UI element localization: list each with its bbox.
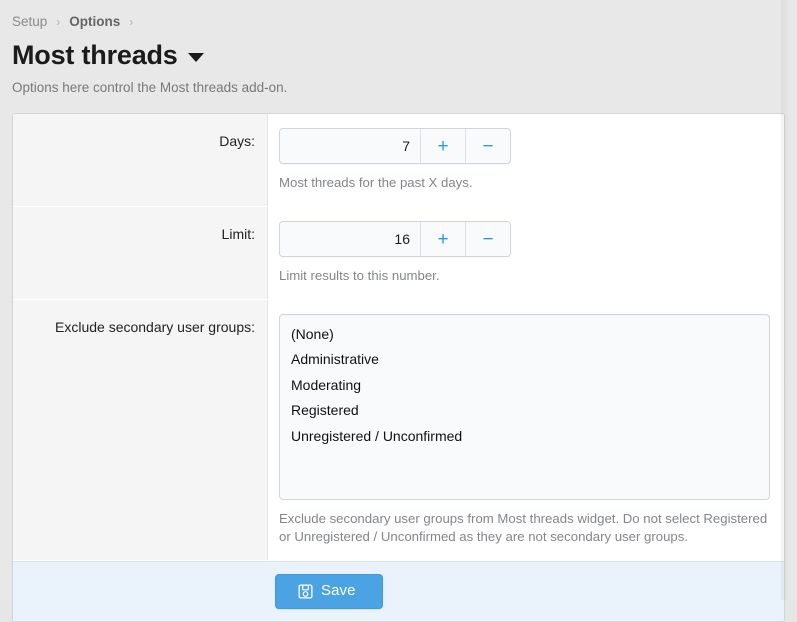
page-title: Most threads	[12, 40, 178, 70]
page-description: Options here control the Most threads ad…	[0, 72, 797, 96]
form-submit-row: Save	[13, 561, 784, 621]
listbox-option[interactable]: (None)	[280, 322, 769, 347]
listbox-option[interactable]: Moderating	[280, 373, 769, 398]
page-title-row: Most threads	[0, 32, 797, 72]
limit-decrement-button[interactable]: −	[465, 222, 510, 256]
days-hint: Most threads for the past X days.	[279, 174, 770, 192]
breadcrumb-item-options[interactable]: Options	[69, 14, 120, 30]
exclude-groups-hint: Exclude secondary user groups from Most …	[279, 510, 770, 546]
form-label-days: Days:	[13, 114, 268, 206]
breadcrumb-item-setup[interactable]: Setup	[12, 14, 47, 30]
days-input[interactable]	[280, 129, 420, 163]
form-row-exclude-groups: Exclude secondary user groups: (None)Adm…	[13, 300, 784, 561]
exclude-groups-listbox[interactable]: (None)AdministrativeModeratingRegistered…	[279, 314, 770, 500]
chevron-down-icon[interactable]	[188, 53, 204, 62]
days-stepper: + −	[279, 128, 511, 164]
breadcrumb-separator-icon: ›	[47, 14, 69, 30]
page-root: Setup › Options › Most threads Options h…	[0, 0, 797, 600]
form-field-exclude-groups: (None)AdministrativeModeratingRegistered…	[268, 300, 784, 560]
listbox-option[interactable]: Registered	[280, 398, 769, 423]
limit-input[interactable]	[280, 222, 420, 256]
form-label-limit: Limit:	[13, 207, 268, 299]
breadcrumb: Setup › Options ›	[0, 0, 797, 32]
form-label-exclude-groups: Exclude secondary user groups:	[13, 300, 268, 560]
save-button-label: Save	[321, 582, 356, 600]
save-button[interactable]: Save	[275, 574, 383, 609]
limit-stepper: + −	[279, 221, 511, 257]
days-increment-button[interactable]: +	[420, 129, 465, 163]
floppy-disk-save-icon	[298, 584, 313, 599]
form-field-days: + − Most threads for the past X days.	[268, 114, 784, 206]
listbox-option[interactable]: Administrative	[280, 347, 769, 372]
form-field-limit: + − Limit results to this number.	[268, 207, 784, 299]
listbox-option[interactable]: Unregistered / Unconfirmed	[280, 424, 769, 449]
breadcrumb-separator-icon: ›	[120, 14, 142, 30]
limit-hint: Limit results to this number.	[279, 267, 770, 285]
limit-increment-button[interactable]: +	[420, 222, 465, 256]
options-form: Days: + − Most threads for the past X da…	[12, 113, 785, 622]
form-row-limit: Limit: + − Limit results to this number.	[13, 207, 784, 300]
form-row-days: Days: + − Most threads for the past X da…	[13, 114, 784, 207]
days-decrement-button[interactable]: −	[465, 129, 510, 163]
